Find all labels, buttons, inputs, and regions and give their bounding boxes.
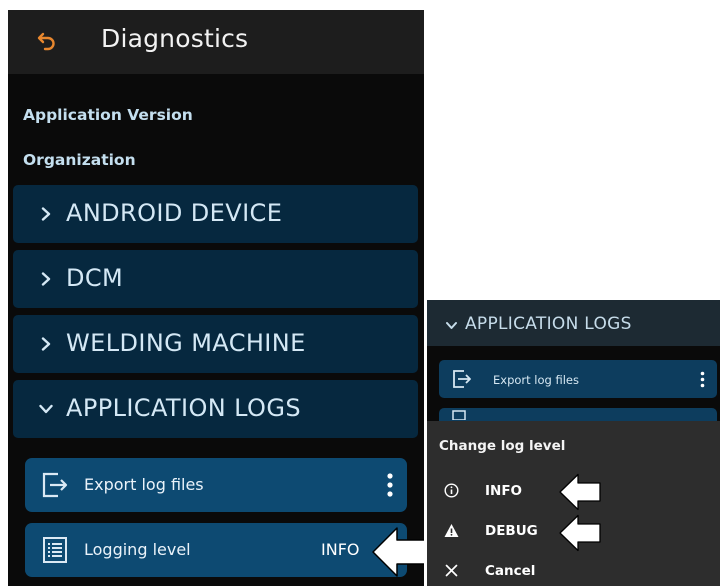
chevron-down-icon [446, 322, 457, 329]
chevron-right-icon [41, 337, 51, 351]
section-android-device[interactable]: ANDROID DEVICE [13, 185, 418, 243]
back-arrow-icon[interactable] [36, 30, 58, 52]
pointer-arrow-icon [559, 473, 601, 511]
option-label: INFO [485, 483, 523, 499]
log-level-inset: APPLICATION LOGS Export log files Change… [427, 300, 720, 586]
chevron-right-icon [41, 272, 51, 286]
close-icon [445, 564, 458, 577]
list-icon [452, 410, 466, 420]
pointer-arrow-icon [559, 514, 601, 552]
organization-label: Organization [23, 151, 136, 169]
option-cancel[interactable]: Cancel [427, 552, 720, 586]
application-version-label: Application Version [23, 106, 193, 124]
sheet-title: Change log level [439, 438, 566, 454]
export-log-files-label: Export log files [84, 475, 204, 494]
section-label: APPLICATION LOGS [66, 394, 301, 422]
option-label: Cancel [485, 563, 536, 579]
chevron-right-icon [41, 207, 51, 221]
page-title: Diagnostics [101, 24, 249, 53]
inset-export-log-files-row[interactable]: Export log files [439, 360, 717, 398]
section-application-logs[interactable]: APPLICATION LOGS [13, 380, 418, 438]
section-label: ANDROID DEVICE [66, 199, 283, 227]
inset-section-application-logs[interactable]: APPLICATION LOGS [427, 300, 720, 346]
change-log-level-sheet: Change log level INFO DEBUG Cancel [427, 421, 720, 586]
export-log-files-label: Export log files [493, 373, 579, 387]
section-label: WELDING MACHINE [66, 329, 306, 357]
warning-icon [444, 524, 459, 537]
option-label: DEBUG [485, 523, 538, 539]
export-log-files-row[interactable]: Export log files [25, 458, 407, 512]
info-icon [444, 483, 459, 498]
more-vertical-icon[interactable] [385, 472, 395, 498]
section-label: APPLICATION LOGS [465, 314, 632, 334]
logging-level-label: Logging level [84, 540, 191, 559]
app-bar: Diagnostics [8, 10, 424, 74]
section-label: DCM [66, 264, 124, 292]
logging-level-row[interactable]: Logging level INFO [25, 523, 407, 577]
logging-level-value: INFO [321, 540, 360, 559]
section-dcm[interactable]: DCM [13, 250, 418, 308]
section-welding-machine[interactable]: WELDING MACHINE [13, 315, 418, 373]
pointer-arrow-icon [372, 527, 424, 577]
diagnostics-screen: Diagnostics Application Version Organiza… [8, 10, 424, 586]
export-icon [42, 472, 68, 498]
list-icon [43, 537, 67, 563]
more-vertical-icon[interactable] [699, 371, 706, 388]
export-icon [453, 370, 471, 388]
chevron-down-icon [39, 404, 53, 414]
